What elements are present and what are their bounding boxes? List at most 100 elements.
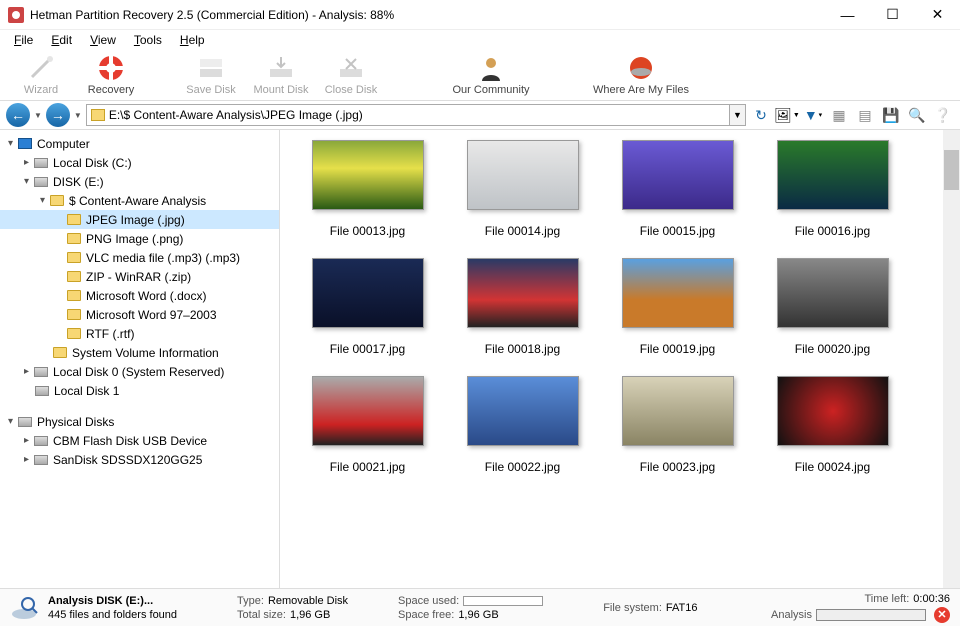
tree-local1[interactable]: Local Disk 1 [0,381,279,400]
status-found: 445 files and folders found [48,609,177,621]
tree-cbm[interactable]: ▸CBM Flash Disk USB Device [0,431,279,450]
file-label: File 00018.jpg [485,342,560,356]
file-grid: File 00013.jpg File 00014.jpg File 00015.j… [290,140,960,474]
wizard-button[interactable]: Wizard [6,54,76,96]
file-item[interactable]: File 00022.jpg [445,376,600,474]
forward-button[interactable]: → [46,103,70,127]
refresh-button[interactable]: ↻ [750,104,772,126]
file-item[interactable]: File 00020.jpg [755,258,910,356]
image-icon: 🖼 [774,107,792,124]
help-icon: ❔ [934,107,951,124]
menu-edit[interactable]: Edit [43,31,80,49]
file-label: File 00024.jpg [795,460,870,474]
help-button[interactable]: ❔ [932,104,954,126]
community-label: Our Community [452,84,529,96]
file-label: File 00019.jpg [640,342,715,356]
save-disk-icon [197,54,225,82]
menu-help[interactable]: Help [172,31,213,49]
menu-file[interactable]: File [6,31,41,49]
minimize-button[interactable]: — [825,0,870,30]
content-panel[interactable]: File 00013.jpg File 00014.jpg File 00015.j… [280,130,960,588]
thumbnail [777,140,889,210]
save-disk-label: Save Disk [186,84,236,96]
tree-jpeg[interactable]: JPEG Image (.jpg) [0,210,279,229]
maximize-button[interactable]: ☐ [870,0,915,30]
thumbnail [312,258,424,328]
status-analysis: Analysis DISK (E:)... 445 files and fold… [48,595,177,621]
tree-computer[interactable]: ▾Computer [0,134,279,153]
mount-disk-button[interactable]: Mount Disk [246,54,316,96]
file-item[interactable]: File 00014.jpg [445,140,600,238]
preview-button[interactable]: ▦ [828,104,850,126]
dropdown-icon[interactable]: ▼ [34,111,42,120]
file-item[interactable]: File 00016.jpg [755,140,910,238]
thumbnail [467,140,579,210]
file-item[interactable]: File 00013.jpg [290,140,445,238]
back-button[interactable]: ← [6,103,30,127]
tree-rtf[interactable]: RTF (.rtf) [0,324,279,343]
file-item[interactable]: File 00023.jpg [600,376,755,474]
floppy-icon: 💾 [882,107,899,124]
search-icon: 🔍 [908,107,925,124]
file-label: File 00022.jpg [485,460,560,474]
layout-icon: ▤ [858,107,871,124]
layout-button[interactable]: ▤ [854,104,876,126]
file-item[interactable]: File 00019.jpg [600,258,755,356]
window-title: Hetman Partition Recovery 2.5 (Commercia… [30,8,825,22]
tree-zip[interactable]: ZIP - WinRAR (.zip) [0,267,279,286]
title-bar: Hetman Partition Recovery 2.5 (Commercia… [0,0,960,30]
view-toolbar: 🖼▼ ▼▾ ▦ ▤ 💾 🔍 ❔ [776,104,954,126]
status-title: Analysis DISK (E:)... [48,595,177,607]
tree-content-aware[interactable]: ▾$ Content-Aware Analysis [0,191,279,210]
lifebuoy-icon [97,54,125,82]
wizard-label: Wizard [24,84,58,96]
tree-disk-e[interactable]: ▾DISK (E:) [0,172,279,191]
community-button[interactable]: Our Community [436,54,546,96]
menu-tools[interactable]: Tools [126,31,170,49]
tree-doc[interactable]: Microsoft Word 97–2003 [0,305,279,324]
file-item[interactable]: File 00024.jpg [755,376,910,474]
file-item[interactable]: File 00017.jpg [290,258,445,356]
mount-disk-label: Mount Disk [253,84,308,96]
tree-png[interactable]: PNG Image (.png) [0,229,279,248]
save-disk-button[interactable]: Save Disk [176,54,246,96]
x-icon: ✕ [937,608,946,621]
thumbnail [622,258,734,328]
file-label: File 00023.jpg [640,460,715,474]
menu-view[interactable]: View [82,31,124,49]
tree-local-c[interactable]: ▸Local Disk (C:) [0,153,279,172]
file-item[interactable]: File 00015.jpg [600,140,755,238]
tree-panel[interactable]: ▾Computer ▸Local Disk (C:) ▾DISK (E:) ▾$… [0,130,280,588]
recovery-label: Recovery [88,84,134,96]
tree-vlc[interactable]: VLC media file (.mp3) (.mp3) [0,248,279,267]
vertical-scrollbar[interactable] [943,130,960,588]
recovery-button[interactable]: Recovery [76,54,146,96]
file-item[interactable]: File 00021.jpg [290,376,445,474]
tree-physical[interactable]: ▾Physical Disks [0,412,279,431]
address-input[interactable]: E:\$ Content-Aware Analysis\JPEG Image (… [86,104,730,126]
close-button[interactable]: ✕ [915,0,960,30]
save-button[interactable]: 💾 [880,104,902,126]
tree-svi[interactable]: System Volume Information [0,343,279,362]
search-button[interactable]: 🔍 [906,104,928,126]
file-label: File 00021.jpg [330,460,405,474]
funnel-icon: ▼ [804,107,818,123]
cancel-analysis-button[interactable]: ✕ [934,607,950,623]
file-label: File 00013.jpg [330,224,405,238]
scrollbar-thumb[interactable] [944,150,959,190]
filter-button[interactable]: ▼▾ [802,104,824,126]
address-dropdown[interactable]: ▼ [730,104,746,126]
tree-local0[interactable]: ▸Local Disk 0 (System Reserved) [0,362,279,381]
view-mode-button[interactable]: 🖼▼ [776,104,798,126]
dropdown-icon[interactable]: ▼ [74,111,82,120]
close-disk-button[interactable]: Close Disk [316,54,386,96]
file-item[interactable]: File 00018.jpg [445,258,600,356]
where-files-button[interactable]: Where Are My Files [576,54,706,96]
refresh-icon: ↻ [755,107,767,124]
file-label: File 00014.jpg [485,224,560,238]
folder-icon [91,109,105,121]
analysis-progress [816,609,926,621]
tree-docx[interactable]: Microsoft Word (.docx) [0,286,279,305]
tree-sandisk[interactable]: ▸SanDisk SDSSDX120GG25 [0,450,279,469]
file-label: File 00016.jpg [795,224,870,238]
